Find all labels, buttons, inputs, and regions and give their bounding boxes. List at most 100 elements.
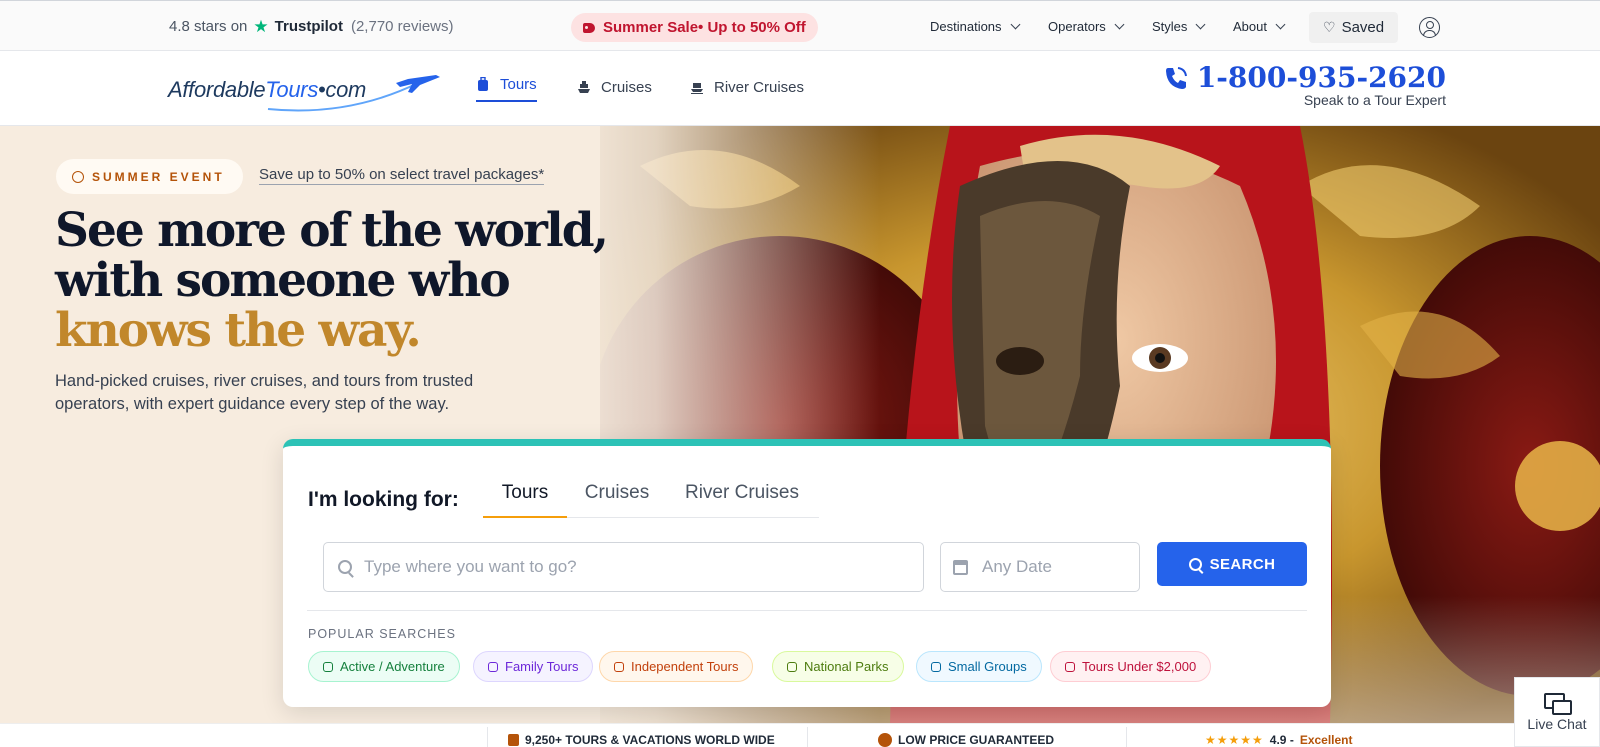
chip-label: Independent Tours	[631, 659, 739, 674]
chevron-down-icon	[1195, 19, 1206, 30]
search-icon	[1188, 557, 1202, 571]
chevron-down-icon	[1010, 19, 1020, 30]
nav-destinations-label: Destinations	[930, 19, 1002, 34]
chip-icon	[488, 661, 498, 672]
river-ship-icon	[691, 83, 703, 94]
nav-operators-label: Operators	[1048, 19, 1106, 34]
hero-headline: See more of the world, with someone who …	[55, 203, 609, 358]
nav-tours[interactable]: Tours	[476, 72, 537, 102]
nav-about[interactable]: About	[1233, 19, 1286, 34]
chip-icon	[1065, 661, 1075, 672]
calendar-icon	[953, 559, 968, 575]
chip-icon	[931, 661, 941, 672]
chat-icon	[1544, 692, 1572, 715]
phone-contact[interactable]: 1-800-935-2620 Speak to a Tour Expert	[1163, 61, 1446, 108]
nav-river-cruises-label: River Cruises	[714, 78, 805, 96]
nav-operators[interactable]: Operators	[1048, 19, 1125, 34]
date-input[interactable]	[982, 557, 1127, 577]
live-chat-label: Live Chat	[1527, 715, 1587, 732]
trustpilot-name: Trustpilot	[274, 18, 343, 35]
nav-styles[interactable]: Styles	[1152, 19, 1206, 34]
destination-input[interactable]	[364, 557, 909, 577]
suitcase-icon	[508, 734, 519, 746]
strip-price-guarantee: LOW PRICE GUARANTEED	[878, 733, 1054, 747]
popular-chip[interactable]: National Parks	[772, 651, 904, 682]
chevron-down-icon	[1275, 19, 1286, 30]
tab-tours[interactable]: Tours	[483, 482, 567, 518]
chip-label: Family Tours	[505, 659, 579, 674]
destination-field[interactable]	[323, 542, 924, 592]
strip-price-text: LOW PRICE GUARANTEED	[898, 733, 1054, 747]
strip-rating-word: Excellent	[1299, 733, 1353, 747]
hero-subcopy: Hand-picked cruises, river cruises, and …	[55, 372, 474, 413]
popular-chip[interactable]: Tours Under $2,000	[1050, 651, 1212, 682]
search-button-label: SEARCH	[1209, 555, 1276, 573]
nav-cruises-label: Cruises	[601, 78, 652, 96]
popular-chip[interactable]: Independent Tours	[599, 651, 754, 682]
trustpilot-star-icon: ★	[253, 17, 269, 36]
nav-styles-label: Styles	[1152, 19, 1188, 34]
search-card: I'm looking for: Tours Cruises River Cru…	[283, 439, 1331, 707]
tab-cruises[interactable]: Cruises	[567, 482, 667, 518]
headline-line-1: See more of the world,	[55, 203, 609, 258]
sun-icon	[72, 170, 84, 183]
sale-text: Summer Sale• Up to 50% Off	[603, 19, 806, 36]
ship-icon	[578, 81, 590, 93]
tag-icon	[583, 22, 595, 33]
event-label: SUMMER EVENT	[92, 169, 225, 184]
card-divider	[307, 610, 1307, 611]
search-tabs: Tours Cruises River Cruises	[483, 476, 819, 518]
account-icon[interactable]	[1419, 17, 1440, 38]
chip-icon	[787, 661, 797, 672]
nav-river-cruises[interactable]: River Cruises	[690, 72, 804, 102]
live-chat-button[interactable]: Live Chat	[1514, 677, 1600, 747]
heart-icon: ♡	[1323, 19, 1336, 35]
saved-label: Saved	[1341, 19, 1385, 36]
popular-chip[interactable]: Family Tours	[473, 651, 594, 682]
rating-stars-icon: ★★★★★	[1205, 733, 1264, 747]
headline-line-2: with someone who	[55, 253, 511, 308]
top-utility-bar: 4.8 stars on ★ Trustpilot (2,770 reviews…	[0, 0, 1600, 51]
trust-strip: 9,250+ TOURS & VACATIONS WORLD WIDE LOW …	[0, 723, 1600, 747]
strip-divider	[807, 727, 808, 747]
chip-label: Tours Under $2,000	[1082, 659, 1197, 674]
popular-chip[interactable]: Active / Adventure	[308, 651, 460, 682]
airplane-icon	[267, 75, 440, 112]
trustpilot-rating[interactable]: 4.8 stars on ★ Trustpilot (2,770 reviews…	[169, 18, 454, 35]
summer-event-pill: SUMMER EVENT	[56, 159, 243, 194]
strip-divider	[1126, 727, 1127, 747]
headline-line-3: knows the way.	[55, 303, 422, 358]
check-badge-icon	[878, 733, 892, 747]
suitcase-icon	[478, 77, 488, 91]
nav-about-label: About	[1233, 19, 1267, 34]
chip-label: Small Groups	[948, 659, 1027, 674]
chip-icon	[614, 661, 624, 672]
strip-rating[interactable]: ★★★★★ 4.9 - Excellent	[1205, 733, 1353, 747]
event-note-link[interactable]: Save up to 50% on select travel packages…	[259, 166, 545, 185]
chevron-down-icon	[1114, 19, 1125, 30]
strip-rating-value: 4.9 -	[1269, 733, 1294, 747]
phone-number[interactable]: 1-800-935-2620	[1163, 61, 1446, 94]
popular-searches-label: POPULAR SEARCHES	[308, 627, 456, 641]
date-field[interactable]	[940, 542, 1140, 592]
strip-tours-text: 9,250+ TOURS & VACATIONS WORLD WIDE	[525, 733, 775, 747]
phone-number-text: 1-800-935-2620	[1196, 61, 1446, 94]
phone-icon	[1165, 66, 1187, 89]
strip-divider	[487, 727, 488, 747]
main-header: AffordableTours•com Tours Cruises River …	[0, 51, 1600, 126]
chip-label: National Parks	[804, 659, 889, 674]
saved-button[interactable]: ♡ Saved	[1309, 12, 1399, 43]
review-count: (2,770 reviews)	[350, 18, 454, 35]
strip-tours-count: 9,250+ TOURS & VACATIONS WORLD WIDE	[508, 733, 775, 747]
search-button[interactable]: SEARCH	[1157, 542, 1307, 586]
looking-for-label: I'm looking for:	[308, 488, 459, 511]
rating-text: 4.8 stars on	[169, 18, 248, 35]
tab-river-cruises[interactable]: River Cruises	[667, 482, 817, 518]
site-logo[interactable]: AffordableTours•com	[168, 71, 448, 116]
chip-icon	[323, 661, 333, 672]
nav-cruises[interactable]: Cruises	[577, 72, 652, 102]
nav-destinations[interactable]: Destinations	[930, 19, 1020, 34]
summer-sale-badge[interactable]: Summer Sale• Up to 50% Off	[571, 13, 818, 42]
chip-label: Active / Adventure	[340, 659, 445, 674]
popular-chip[interactable]: Small Groups	[916, 651, 1042, 682]
